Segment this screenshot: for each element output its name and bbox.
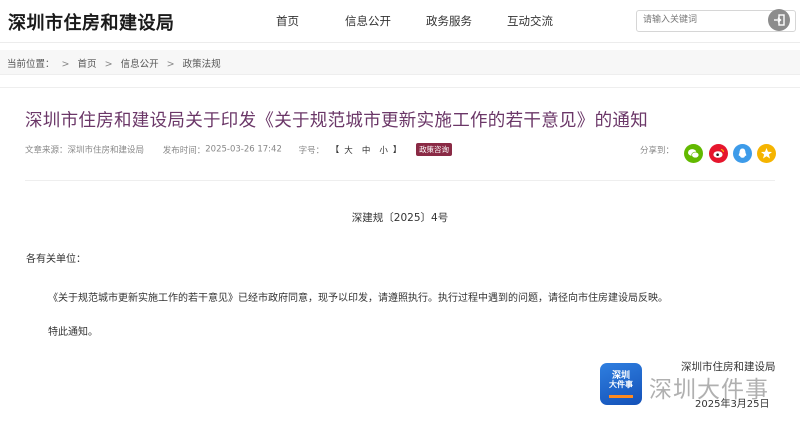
wechat-glyph-icon bbox=[688, 149, 700, 159]
breadcrumb-label: 当前位置： bbox=[7, 59, 55, 70]
font-bracket-close: 】 bbox=[392, 145, 403, 156]
search-input[interactable] bbox=[643, 12, 763, 28]
publish-time: 2025-03-26 17:42 bbox=[205, 144, 282, 155]
qq-glyph-icon bbox=[738, 148, 747, 158]
watermark-logo-strip bbox=[609, 395, 633, 398]
article-meta: 文章来源：深圳市住房和建设局 发布时间：2025-03-26 17:42 字号：… bbox=[25, 143, 453, 156]
source-value: 深圳市住房和建设局 bbox=[67, 145, 145, 156]
breadcrumb-separator: > bbox=[61, 59, 70, 70]
publish-label: 发布时间： bbox=[162, 145, 206, 156]
nav-item-info-disclosure[interactable]: 信息公开 bbox=[345, 13, 391, 29]
font-size-switcher: 【大中小】 bbox=[330, 145, 406, 156]
breadcrumb-item-policy[interactable]: 政策法规 bbox=[183, 59, 221, 70]
category-tag[interactable]: 政策咨询 bbox=[416, 143, 453, 156]
closing-text: 特此通知。 bbox=[48, 327, 98, 338]
nav-item-gov-services[interactable]: 政务服务 bbox=[426, 13, 472, 29]
share-label: 分享到： bbox=[640, 146, 675, 156]
font-bracket-open: 【 bbox=[330, 145, 341, 156]
star-icon bbox=[761, 148, 772, 159]
qq-icon[interactable] bbox=[733, 144, 752, 163]
breadcrumb-bar: 当前位置： > 首页 > 信息公开 > 政策法规 bbox=[0, 50, 800, 75]
signature-organization: 深圳市住房和建设局 bbox=[681, 361, 776, 373]
nav-item-home[interactable]: 首页 bbox=[276, 13, 299, 29]
search-button[interactable] bbox=[768, 9, 790, 31]
watermark-logo-line2: 大件事 bbox=[609, 380, 633, 389]
divider bbox=[25, 180, 775, 181]
article-title: 深圳市住房和建设局关于印发《关于规范城市更新实施工作的若干意见》的通知 bbox=[25, 111, 648, 131]
nav-item-interaction[interactable]: 互动交流 bbox=[507, 13, 553, 29]
qzone-icon[interactable] bbox=[757, 144, 776, 163]
font-size-medium[interactable]: 中 bbox=[362, 146, 372, 156]
breadcrumb-separator: > bbox=[104, 59, 113, 70]
breadcrumb-item-info-disclosure[interactable]: 信息公开 bbox=[121, 59, 159, 70]
source-label: 文章来源： bbox=[25, 145, 68, 156]
salutation: 各有关单位： bbox=[26, 254, 86, 265]
font-size-small[interactable]: 小 bbox=[379, 146, 389, 156]
divider bbox=[0, 87, 800, 88]
font-size-label: 字号： bbox=[298, 145, 325, 156]
weibo-icon[interactable] bbox=[709, 144, 728, 163]
breadcrumb-separator: > bbox=[166, 59, 175, 70]
breadcrumb-item-home[interactable]: 首页 bbox=[78, 59, 97, 70]
document-number: 深建规〔2025〕4号 bbox=[351, 212, 449, 224]
weibo-glyph-icon bbox=[713, 149, 724, 158]
body-paragraph: 《关于规范城市更新实施工作的若干意见》已经市政府同意，现予以印发，请遵照执行。执… bbox=[48, 293, 668, 304]
login-arrow-icon bbox=[774, 14, 785, 26]
wechat-icon[interactable] bbox=[684, 144, 703, 163]
signature-date: 2025年3月25日 bbox=[695, 399, 770, 410]
breadcrumb: 当前位置： > 首页 > 信息公开 > 政策法规 bbox=[7, 56, 221, 70]
font-size-large[interactable]: 大 bbox=[344, 146, 354, 156]
watermark-logo: 深圳 大件事 bbox=[600, 363, 642, 405]
site-header: 深圳市住房和建设局 首页 信息公开 政务服务 互动交流 bbox=[0, 0, 800, 43]
